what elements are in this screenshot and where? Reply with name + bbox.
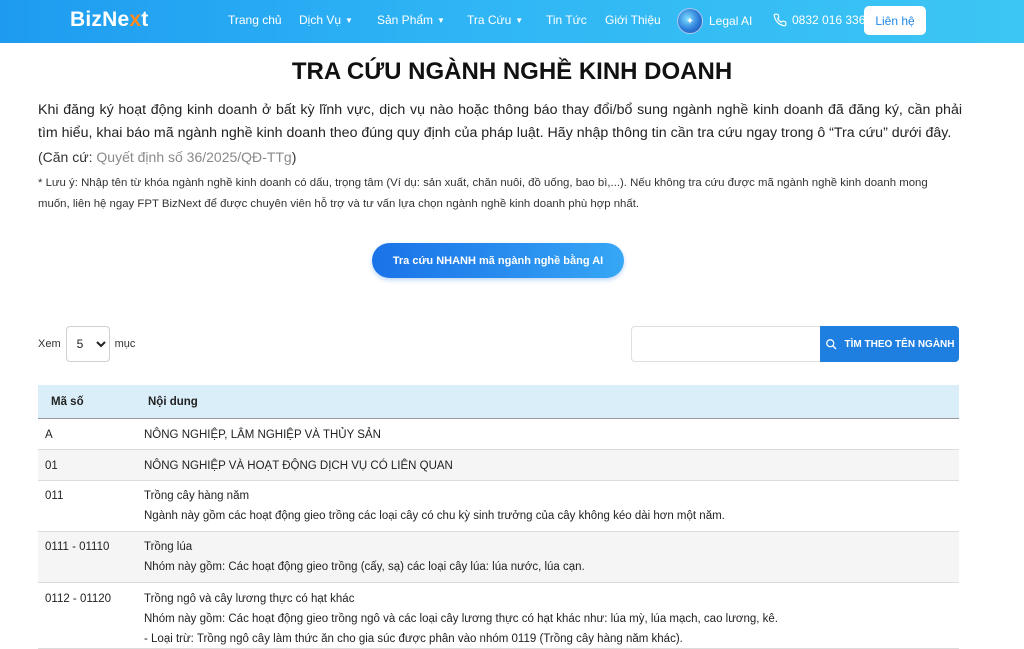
- search-box: TÌM THEO TÊN NGÀNH: [631, 326, 959, 362]
- content-description: Nhóm này gồm: Các hoạt động gieo trồng n…: [144, 613, 778, 625]
- cell-code: 011: [45, 490, 64, 502]
- search-by-name-button[interactable]: TÌM THEO TÊN NGÀNH: [820, 326, 959, 362]
- content-title: Trồng ngô và cây lương thực có hạt khác: [144, 593, 355, 605]
- nav-tin-tuc[interactable]: Tin Tức: [546, 13, 587, 27]
- logo-text-part1: BizNe: [70, 8, 130, 31]
- legal-ai-label: Legal AI: [709, 14, 753, 28]
- table-body: A NÔNG NGHIỆP, LÂM NGHIỆP VÀ THỦY SẢN 01 NÔ…: [38, 419, 959, 649]
- content-description: Ngành này gồm các hoạt động gieo trồng c…: [144, 510, 725, 522]
- phone-number: 0832 016 336: [792, 13, 866, 27]
- biznext-logo[interactable]: BizNext: [70, 8, 148, 32]
- cell-code: 01: [45, 460, 58, 472]
- legal-ai-icon: ✦: [677, 8, 703, 34]
- nav-label: Tin Tức: [546, 13, 587, 27]
- show-entries-control: Xem 5 mục: [38, 326, 135, 362]
- legal-ai-link[interactable]: ✦ Legal AI: [677, 8, 752, 34]
- table-row[interactable]: 011 Trồng cây hàng năm Ngành này gồm các h…: [38, 481, 959, 532]
- phone-icon: [773, 13, 787, 27]
- cell-content: NÔNG NGHIỆP VÀ HOẠT ĐỘNG DỊCH VỤ CÓ LIÊN…: [144, 456, 959, 480]
- cell-content: Trồng ngô và cây lương thực có hạt khác N…: [144, 589, 959, 648]
- column-header-content[interactable]: Nội dung: [144, 396, 198, 408]
- nav-label: Sản Phẩm: [377, 13, 434, 27]
- nav-label: Trang chủ: [228, 13, 282, 27]
- chevron-down-icon: ▼: [515, 16, 524, 25]
- entries-per-page-select[interactable]: 5: [65, 326, 110, 362]
- content-title: NÔNG NGHIỆP VÀ HOẠT ĐỘNG DỊCH VỤ CÓ LIÊN…: [144, 460, 453, 472]
- chevron-down-icon: ▼: [437, 16, 445, 25]
- legal-basis: (Căn cứ: Quyết định số 36/2025/QĐ-TTg): [38, 149, 296, 165]
- column-header-code[interactable]: Mã số: [38, 396, 144, 408]
- search-icon: [825, 339, 836, 350]
- table-row[interactable]: A NÔNG NGHIỆP, LÂM NGHIỆP VÀ THỦY SẢN: [38, 419, 959, 450]
- basis-suffix: ): [291, 149, 297, 165]
- cell-content: NÔNG NGHIỆP, LÂM NGHIỆP VÀ THỦY SẢN: [144, 425, 959, 449]
- ai-quick-search-button[interactable]: Tra cứu NHANH mã ngành nghề bằng AI: [372, 243, 624, 278]
- table-row[interactable]: 01 NÔNG NGHIỆP VÀ HOẠT ĐỘNG DỊCH VỤ CÓ LI…: [38, 450, 959, 481]
- content-title: NÔNG NGHIỆP, LÂM NGHIỆP VÀ THỦY SẢN: [144, 429, 381, 441]
- table-row[interactable]: 0112 - 01120 Trồng ngô và cây lương thực …: [38, 583, 959, 649]
- nav-label: Tra Cứu: [467, 13, 512, 27]
- content-title: Trồng cây hàng năm: [144, 490, 250, 502]
- cell-code: 0111 - 01110: [45, 541, 110, 553]
- nav-trang-chu[interactable]: Trang chủ: [228, 13, 282, 27]
- top-navigation-bar: BizNext Trang chủ Dịch Vụ ▼ Sản Phẩm ▼ Tra…: [0, 0, 1024, 43]
- table-header: Mã số Nội dung: [38, 385, 959, 419]
- show-entries-suffix: mục: [114, 338, 136, 350]
- logo-text-accent: x: [129, 8, 142, 31]
- nav-label: Giới Thiệu: [605, 13, 661, 27]
- cell-code: A: [45, 429, 53, 441]
- content-description: Nhóm này gồm: Các hoạt động gieo trồng (…: [144, 561, 585, 573]
- basis-decision-link[interactable]: Quyết định số 36/2025/QĐ-TTg: [96, 149, 291, 165]
- chevron-down-icon: ▼: [345, 16, 353, 25]
- cell-content: Trồng cây hàng năm Ngành này gồm các hoạt…: [144, 486, 959, 531]
- cell-content: Trồng lúa Nhóm này gồm: Các hoạt động gie…: [144, 537, 959, 582]
- nav-tra-cuu[interactable]: Tra Cứu ▼: [467, 13, 523, 27]
- show-entries-prefix: Xem: [38, 338, 61, 350]
- search-button-label: TÌM THEO TÊN NGÀNH: [844, 338, 955, 350]
- content-description: - Loại trừ: Trồng ngô cây làm thức ăn ch…: [144, 633, 683, 645]
- table-row[interactable]: 0111 - 01110 Trồng lúa Nhóm này gồm: Các h…: [38, 532, 959, 583]
- nav-label: Dịch Vụ: [299, 13, 342, 27]
- contact-button[interactable]: Liên hệ: [864, 6, 926, 35]
- basis-prefix: (Căn cứ:: [38, 149, 97, 165]
- logo-text-part3: t: [141, 8, 149, 31]
- content-title: Trồng lúa: [144, 541, 193, 553]
- cell-code: 0112 - 01120: [45, 593, 112, 605]
- nav-dich-vu[interactable]: Dịch Vụ ▼: [299, 13, 353, 27]
- nav-san-pham[interactable]: Sản Phẩm ▼: [377, 13, 445, 27]
- phone-link[interactable]: 0832 016 336: [773, 13, 865, 27]
- search-input[interactable]: [631, 326, 820, 362]
- industry-table: Mã số Nội dung A NÔNG NGHIỆP, LÂM NGHIỆP …: [38, 385, 959, 649]
- search-note: * Lưu ý: Nhập tên từ khóa ngành nghề kin…: [38, 177, 928, 210]
- intro-paragraph: Khi đăng ký hoạt động kinh doanh ở bất k…: [38, 102, 962, 141]
- page-title: TRA CỨU NGÀNH NGHỀ KINH DOANH: [291, 58, 733, 85]
- nav-gioi-thieu[interactable]: Giới Thiệu: [605, 13, 661, 27]
